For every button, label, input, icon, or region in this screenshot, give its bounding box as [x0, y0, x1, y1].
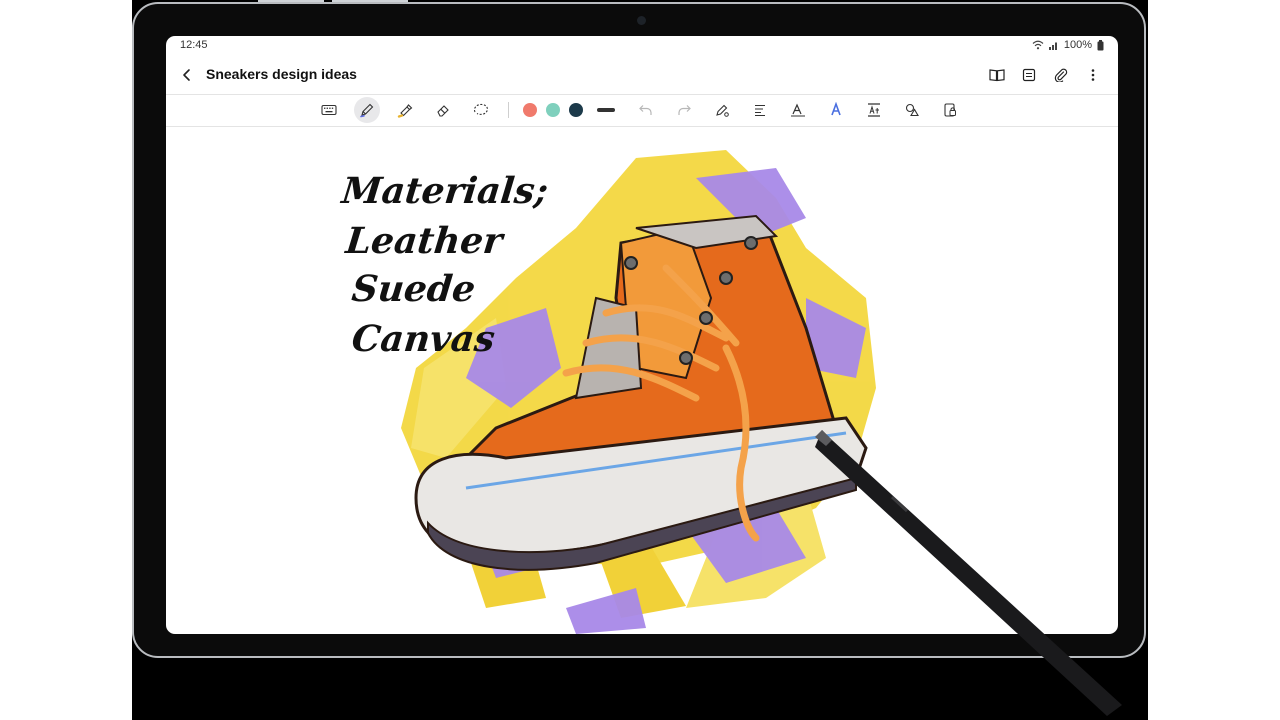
letterbox-right	[1148, 0, 1280, 720]
device-stage: 12:45 100% Sneakers design ideas Materia…	[132, 0, 1148, 720]
s-pen-stylus	[815, 430, 1122, 716]
letterbox-left	[0, 0, 132, 720]
